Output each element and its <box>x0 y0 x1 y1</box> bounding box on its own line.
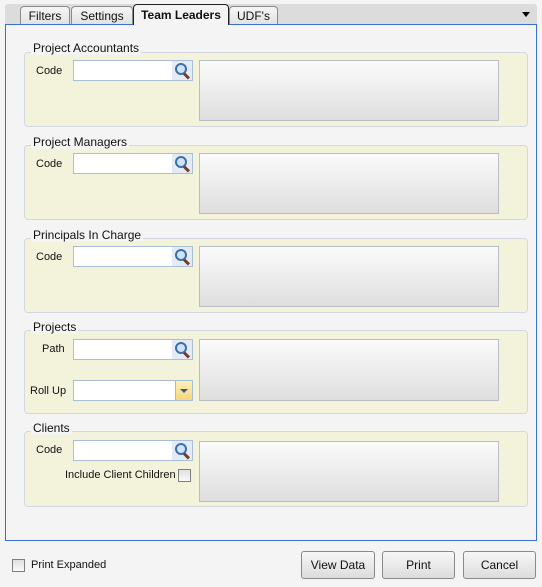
cancel-button[interactable]: Cancel <box>463 551 536 579</box>
project-managers-list[interactable] <box>199 153 499 214</box>
search-icon[interactable] <box>172 247 192 266</box>
tab-menu-arrow-icon[interactable] <box>522 12 530 17</box>
project-managers-code-input[interactable] <box>73 153 193 174</box>
code-label: Code <box>36 444 63 456</box>
print-button[interactable]: Print <box>382 551 455 579</box>
dropdown-arrow-icon[interactable] <box>175 381 192 400</box>
search-icon[interactable] <box>172 154 192 173</box>
roll-up-label: Roll Up <box>30 385 67 397</box>
code-label: Code <box>36 65 63 77</box>
tab-team-leaders[interactable]: Team Leaders <box>133 4 229 25</box>
search-icon[interactable] <box>172 441 192 460</box>
group-title: Projects <box>31 320 79 334</box>
tab-udfs[interactable]: UDF's <box>229 6 278 24</box>
group-title: Principals In Charge <box>31 228 144 242</box>
tab-settings[interactable]: Settings <box>71 6 133 24</box>
project-accountants-code-input[interactable] <box>73 60 193 81</box>
projects-path-input[interactable] <box>73 339 193 360</box>
code-label: Code <box>36 158 63 170</box>
search-icon[interactable] <box>172 340 192 359</box>
print-expanded-label: Print Expanded <box>31 559 107 571</box>
path-label: Path <box>42 343 65 355</box>
print-expanded-checkbox[interactable] <box>12 559 25 572</box>
principals-in-charge-list[interactable] <box>199 246 499 307</box>
tab-filters[interactable]: Filters <box>20 6 70 24</box>
clients-code-input[interactable] <box>73 440 193 461</box>
search-icon[interactable] <box>172 61 192 80</box>
code-label: Code <box>36 251 63 263</box>
group-title: Project Accountants <box>31 41 142 55</box>
clients-list[interactable] <box>199 441 499 502</box>
group-title: Project Managers <box>31 135 130 149</box>
principals-in-charge-code-input[interactable] <box>73 246 193 267</box>
include-client-children-checkbox[interactable] <box>178 469 191 482</box>
include-client-children-label: Include Client Children <box>65 469 176 481</box>
projects-roll-up-select[interactable] <box>73 380 193 401</box>
view-data-button[interactable]: View Data <box>301 551 375 579</box>
group-title: Clients <box>31 421 72 435</box>
projects-list[interactable] <box>199 339 499 401</box>
project-accountants-list[interactable] <box>199 60 499 121</box>
